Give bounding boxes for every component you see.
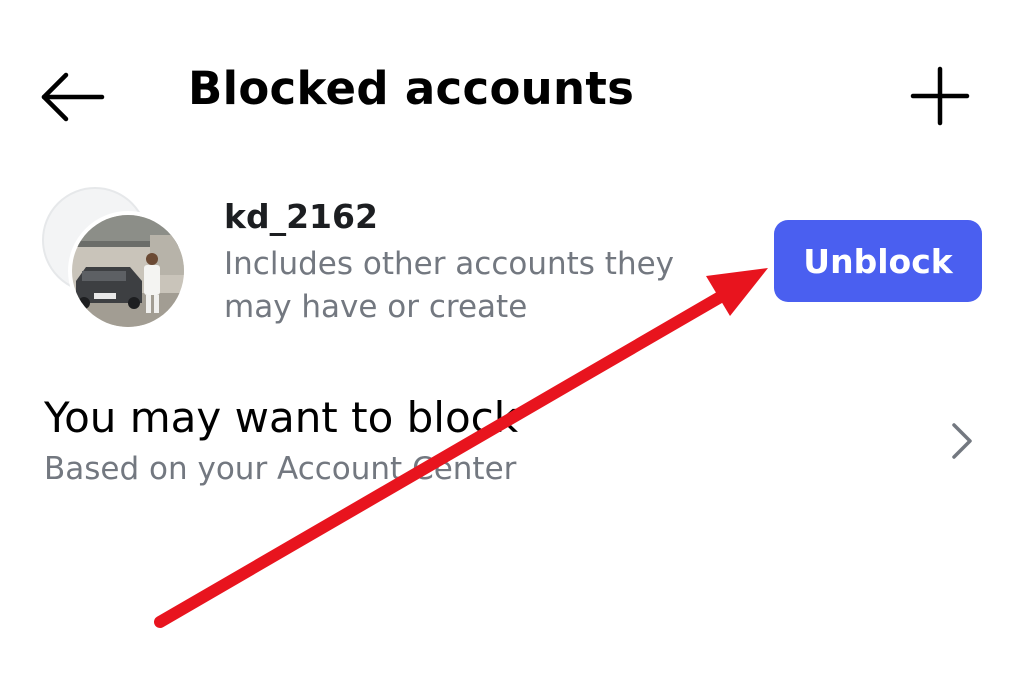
chevron-right-icon [952,423,972,459]
you-may-want-to-block-row[interactable]: You may want to block Based on your Acco… [0,385,1024,500]
arrow-left-icon [41,72,105,122]
avatar[interactable] [68,211,188,331]
back-button[interactable] [38,70,108,124]
page-title: Blocked accounts [188,62,635,115]
blocked-account-note: Includes other accounts they may have or… [224,246,675,325]
profile-photo [72,215,184,327]
add-blocked-account-button[interactable] [908,64,972,128]
blocked-username[interactable]: kd_2162 [224,197,378,236]
suggestion-title: You may want to block [44,393,519,442]
suggestion-subtitle: Based on your Account Center [44,451,517,487]
unblock-button[interactable]: Unblock [774,220,982,302]
plus-icon [910,66,970,126]
